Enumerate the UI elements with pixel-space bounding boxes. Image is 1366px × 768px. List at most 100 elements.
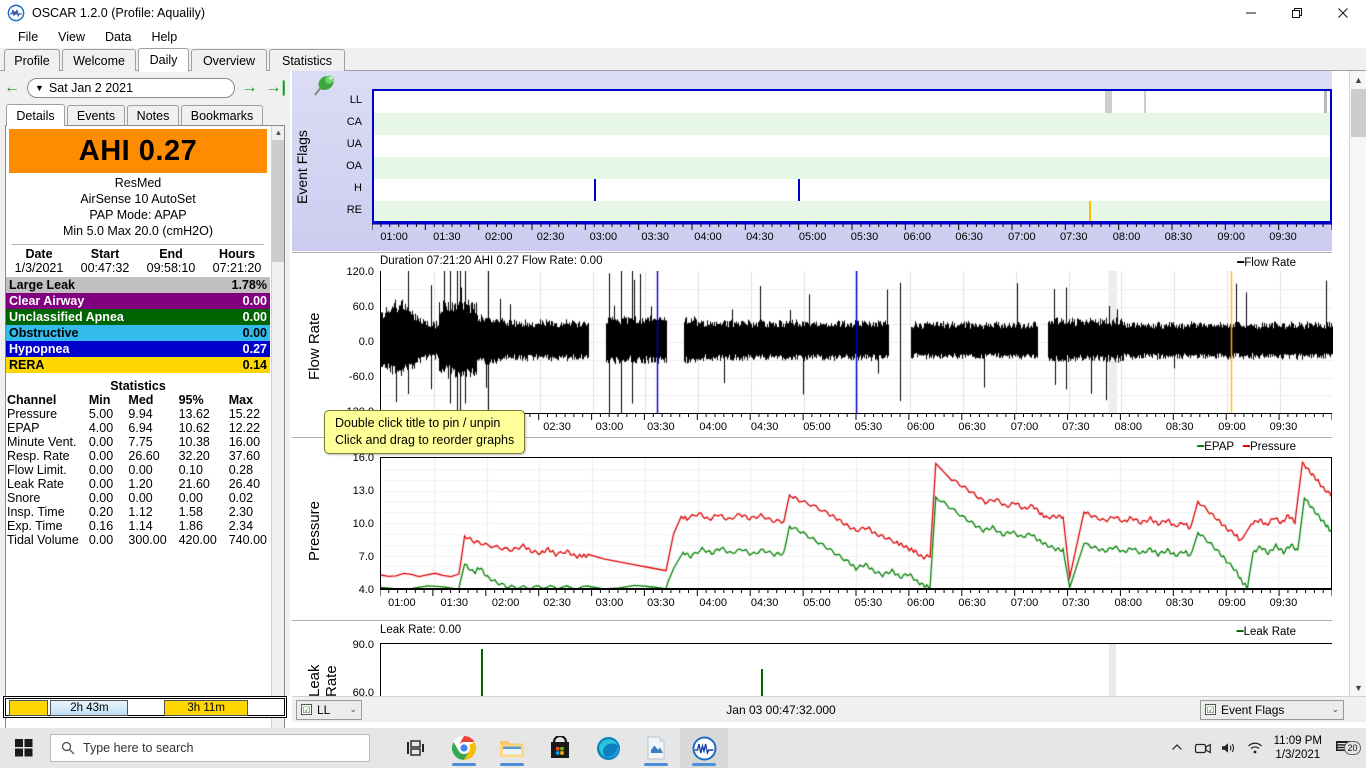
checkbox-icon[interactable]: ☑: [1205, 704, 1216, 715]
tab-daily[interactable]: Daily: [138, 48, 189, 72]
start-button[interactable]: [0, 728, 48, 768]
event-mark-h[interactable]: [797, 179, 800, 201]
stats-channel: Tidal Volume: [7, 533, 79, 547]
menu-view[interactable]: View: [48, 28, 95, 46]
event-flags-plot[interactable]: [372, 89, 1332, 223]
details-vertical-scrollbar[interactable]: ▲ ▼: [271, 126, 284, 751]
event-flags-combobox[interactable]: ☑ Event Flags ⌄: [1200, 699, 1344, 720]
taskbar-app-file-explorer[interactable]: [488, 728, 536, 768]
xtick: 06:00: [906, 597, 935, 609]
device-pressure-range: Min 5.0 Max 20.0 (cmH2O): [62, 224, 214, 238]
close-button[interactable]: [1320, 0, 1366, 26]
pressure-plot[interactable]: [380, 457, 1332, 589]
event-flags-graph[interactable]: Event Flags LL CA UA OA H RE 01:00 01:30…: [292, 71, 1332, 251]
stats-max: 26.40: [228, 477, 261, 491]
taskbar-search-input[interactable]: Type here to search: [50, 734, 370, 762]
session-duration-label: 2h 43m: [70, 702, 109, 714]
show-hidden-icons-chevron-icon[interactable]: [1164, 743, 1190, 753]
stats-p95: 32.20: [178, 449, 210, 463]
wifi-icon[interactable]: [1242, 741, 1268, 755]
chevron-down-icon[interactable]: ⌄: [341, 704, 357, 715]
tab-profile[interactable]: Profile: [4, 49, 60, 71]
maximize-button[interactable]: [1274, 0, 1320, 26]
legend-label: Flow Rate: [1244, 257, 1296, 269]
leak-rate-plot[interactable]: [380, 643, 1332, 696]
oscar-icon: [692, 736, 716, 760]
cat-UA: UA: [346, 138, 362, 150]
graph-scroll-up-icon[interactable]: ▲: [1350, 71, 1366, 88]
stats-med: 300.00: [128, 533, 167, 547]
tab-statistics[interactable]: Statistics: [269, 49, 345, 71]
val-date: 1/3/2021: [14, 261, 64, 275]
tab-welcome[interactable]: Welcome: [62, 49, 136, 71]
menu-data[interactable]: Data: [95, 28, 141, 46]
session-block-2[interactable]: 2h 43m: [50, 700, 129, 716]
prev-day-arrow-icon[interactable]: ←: [0, 80, 24, 96]
event-mark-ll[interactable]: [1105, 91, 1113, 113]
leak-rate-graph[interactable]: Leak Rate: 0.00 ━Leak Rate Leak Rate 90.…: [292, 623, 1332, 696]
meet-now-camera-icon[interactable]: [1190, 741, 1216, 755]
graph-scroll-down-icon[interactable]: ▼: [1350, 679, 1366, 696]
xtick: 02:30: [536, 231, 565, 243]
session-summary-table: Date Start End Hours 1/3/2021 00:47:32 0…: [6, 247, 270, 275]
xtick: 07:30: [1062, 597, 1090, 609]
app-running-indicator: [452, 763, 476, 766]
tooltip-line-2: Click and drag to reorder graphs: [335, 433, 515, 447]
event-mark-ll[interactable]: [1324, 91, 1328, 113]
stats-max: 37.60: [228, 449, 261, 463]
subtab-notes[interactable]: Notes: [127, 105, 179, 125]
taskbar-app-chrome[interactable]: [440, 728, 488, 768]
session-block-3[interactable]: 3h 11m: [164, 700, 248, 716]
event-mark-ll[interactable]: [1143, 91, 1146, 113]
xtick: 06:30: [958, 421, 986, 433]
taskbar-app-document[interactable]: [632, 728, 680, 768]
notification-center-button[interactable]: 20: [1328, 739, 1362, 757]
app-running-indicator: [500, 763, 524, 766]
table-row: Resp. Rate 0.00 26.60 32.20 37.60: [6, 449, 270, 463]
xtick: 08:30: [1164, 231, 1193, 243]
tab-overview[interactable]: Overview: [191, 49, 267, 71]
date-selector-combobox[interactable]: ▼ Sat Jan 2 2021: [27, 78, 235, 98]
app-running-indicator: [692, 763, 716, 766]
minimize-button[interactable]: [1228, 0, 1274, 26]
scroll-thumb[interactable]: [272, 140, 284, 262]
menu-help[interactable]: Help: [141, 28, 187, 46]
xtick: 05:00: [803, 597, 831, 609]
graph-vertical-scrollbar[interactable]: ▲ ▼: [1349, 71, 1366, 696]
col-end: End: [159, 247, 183, 261]
session-timeline-bar[interactable]: 2h 43m 3h 11m: [3, 696, 287, 718]
event-mark-re[interactable]: [1089, 201, 1092, 221]
checkbox-icon[interactable]: ☑: [301, 704, 312, 715]
flow-rate-plot[interactable]: [380, 271, 1333, 413]
ytick: 4.0: [358, 584, 374, 596]
chevron-down-icon[interactable]: ⌄: [1323, 704, 1339, 715]
ytick: 10.0: [352, 518, 374, 530]
scroll-up-icon[interactable]: ▲: [272, 126, 284, 139]
next-day-arrow-icon[interactable]: →: [238, 80, 262, 96]
subtab-events[interactable]: Events: [67, 105, 125, 125]
event-mark-h[interactable]: [593, 179, 596, 201]
graph-scroll-thumb[interactable]: [1351, 89, 1366, 137]
leak-rate-legend[interactable]: ━Leak Rate: [1237, 624, 1296, 638]
stats-channel: Insp. Time: [7, 505, 65, 519]
menu-file[interactable]: File: [8, 28, 48, 46]
pressure-legend[interactable]: ━EPAP ━Pressure: [1197, 439, 1296, 453]
taskbar-app-oscar[interactable]: [680, 728, 728, 768]
task-view-button[interactable]: [392, 728, 440, 768]
session-block-1[interactable]: [8, 700, 48, 716]
ll-channel-combobox[interactable]: ☑ LL ⌄: [296, 699, 362, 720]
subtab-details[interactable]: Details: [6, 104, 65, 126]
divider: [12, 244, 264, 245]
details-content-box: AHI 0.27 ResMed AirSense 10 AutoSet PAP …: [5, 125, 285, 752]
pressure-graph[interactable]: Pressure: 0.00 EPAP: 0.00 ━EPAP ━Pressur…: [292, 439, 1332, 623]
taskbar-clock[interactable]: 11:09 PM 1/3/2021: [1268, 734, 1328, 762]
stats-channel: EPAP: [7, 421, 40, 435]
subtab-bookmarks[interactable]: Bookmarks: [181, 105, 263, 125]
taskbar-app-microsoft-store[interactable]: [536, 728, 584, 768]
volume-icon[interactable]: [1216, 741, 1242, 755]
ytick: 13.0: [352, 485, 374, 497]
flow-rate-legend[interactable]: ━Flow Rate: [1237, 255, 1296, 269]
last-day-arrow-icon[interactable]: →|: [262, 80, 290, 96]
taskbar-app-edge[interactable]: [584, 728, 632, 768]
flag-label: Clear Airway: [9, 294, 85, 308]
